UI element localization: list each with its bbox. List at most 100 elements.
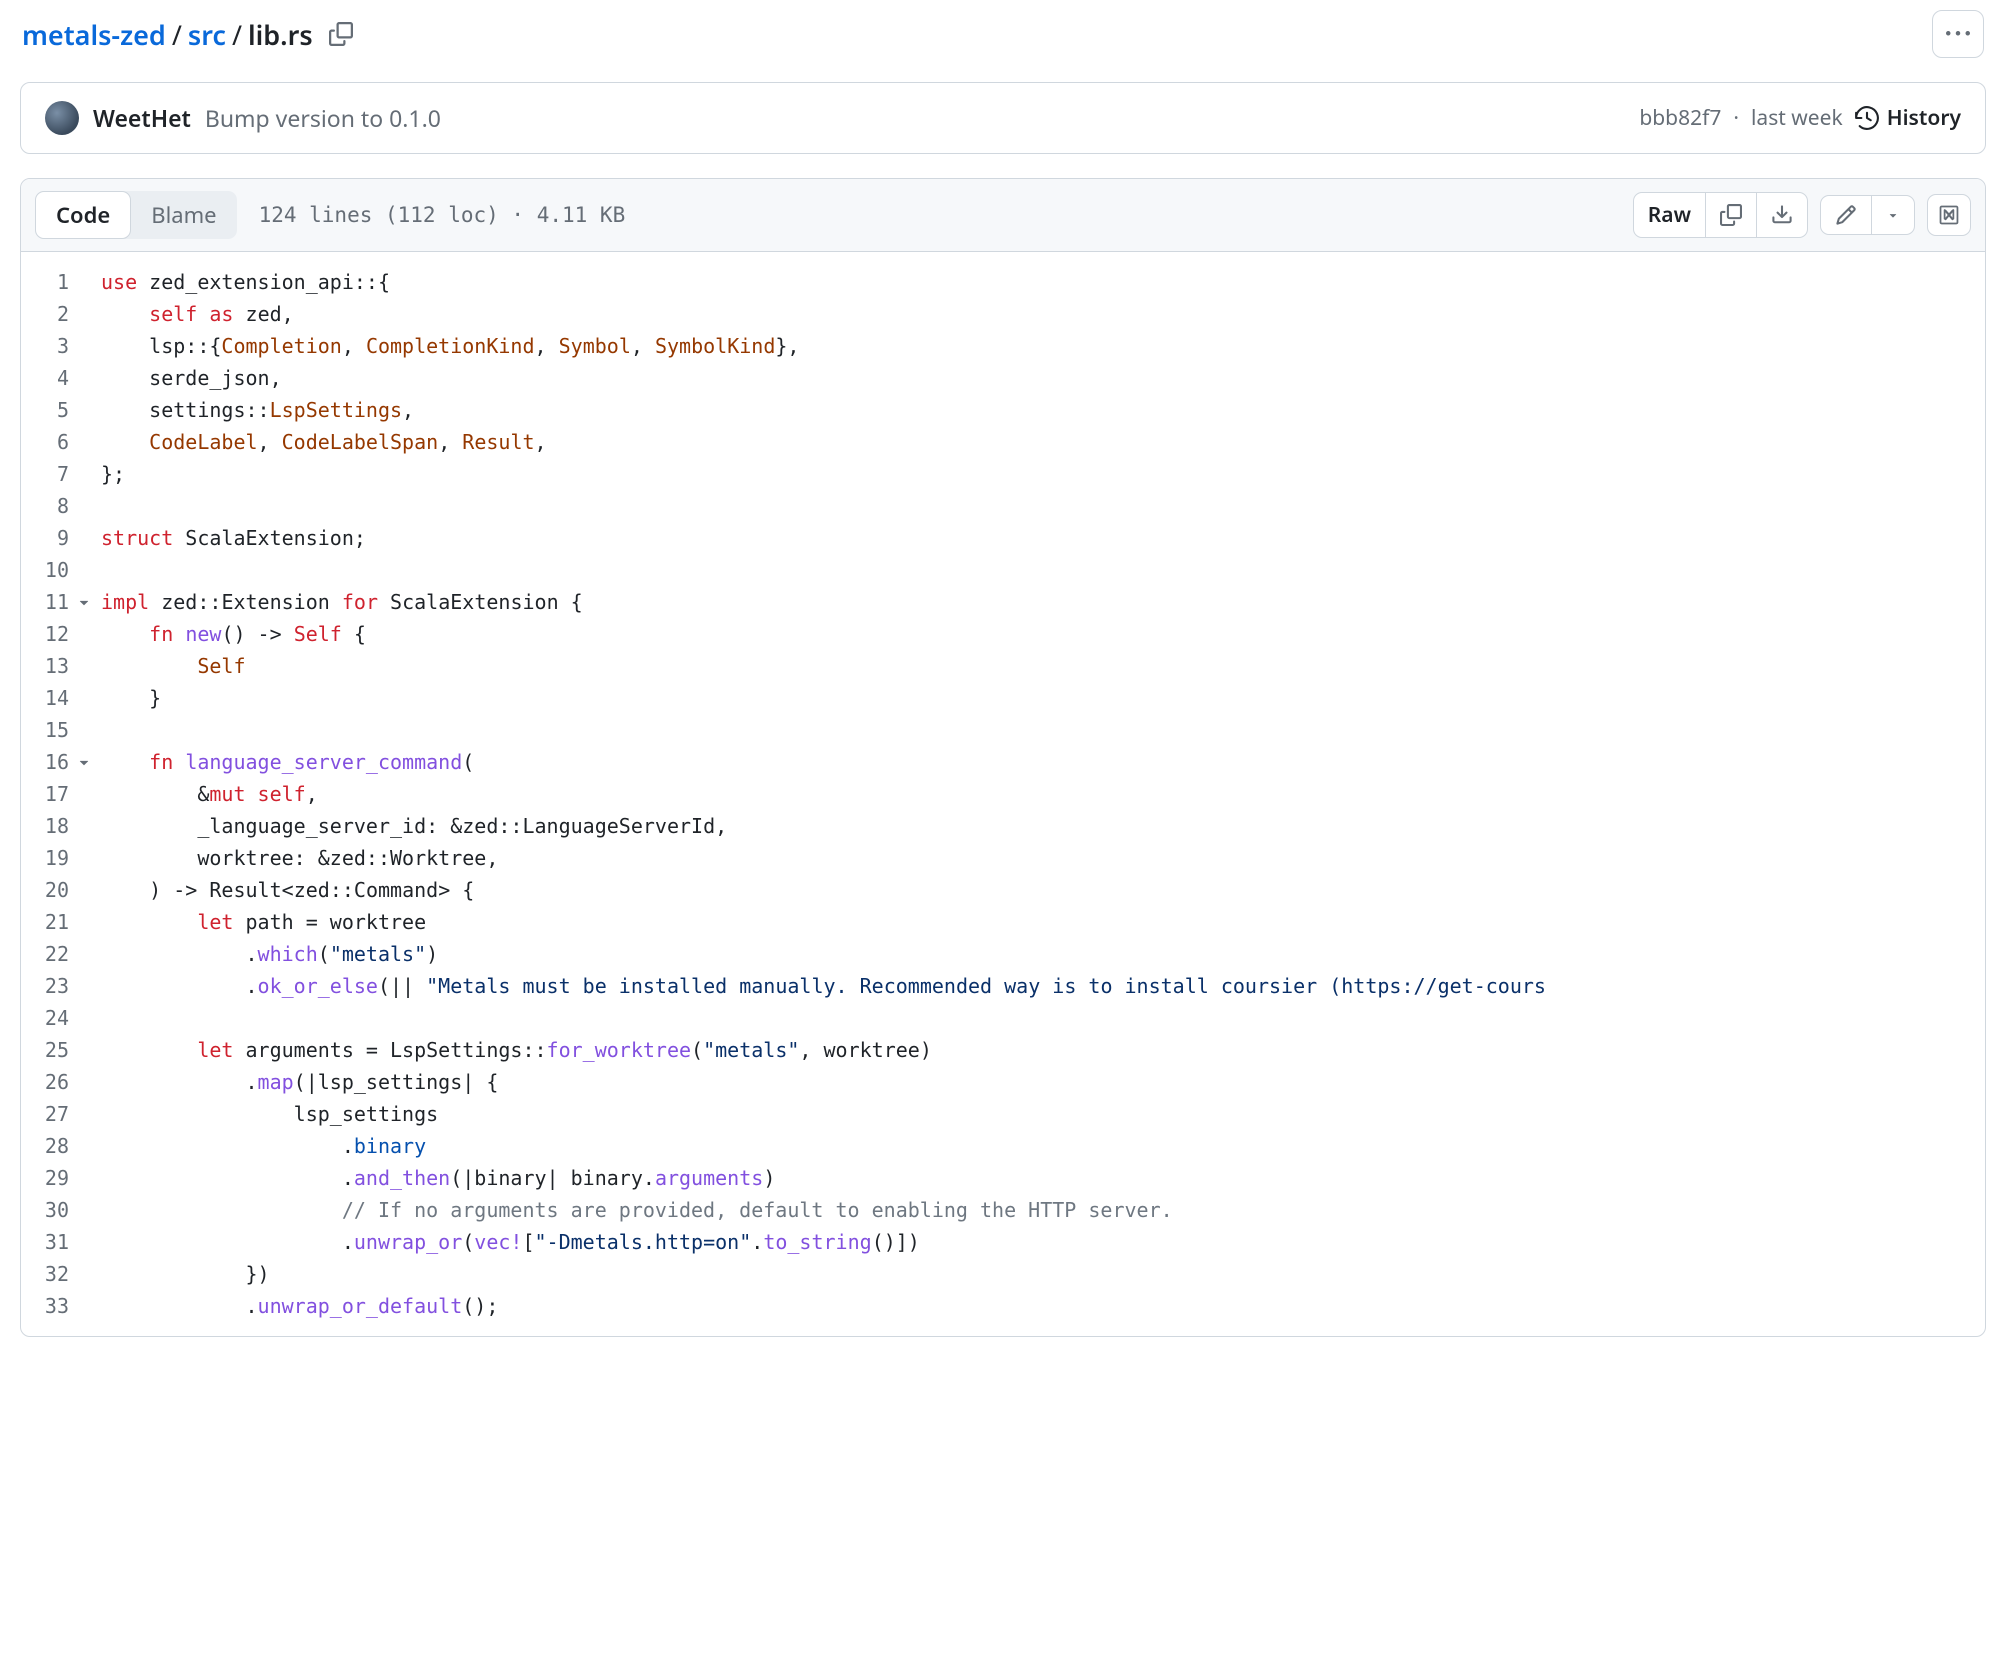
gutter-row[interactable]: 12 — [21, 618, 97, 650]
code-line[interactable]: _language_server_id: &zed::LanguageServe… — [97, 810, 1985, 842]
edit-dropdown-button[interactable] — [1872, 196, 1914, 234]
gutter-row[interactable]: 31 — [21, 1226, 97, 1258]
commit-author[interactable]: WeetHet — [93, 102, 191, 134]
code-line[interactable]: .which("metals") — [97, 938, 1985, 970]
gutter-row[interactable]: 15 — [21, 714, 97, 746]
commit-message[interactable]: Bump version to 0.1.0 — [205, 102, 441, 134]
fold-chevron-icon[interactable] — [75, 746, 93, 778]
gutter-row[interactable]: 7 — [21, 458, 97, 490]
code-line[interactable]: lsp::{Completion, CompletionKind, Symbol… — [97, 330, 1985, 362]
code-line[interactable]: use zed_extension_api::{ — [97, 266, 1985, 298]
line-number: 10 — [21, 558, 69, 582]
breadcrumb: metals-zed / src / lib.rs — [22, 16, 353, 53]
code-line[interactable] — [97, 714, 1985, 746]
code-line[interactable]: self as zed, — [97, 298, 1985, 330]
line-number: 15 — [21, 718, 69, 742]
gutter-row[interactable]: 23 — [21, 970, 97, 1002]
gutter-row[interactable]: 3 — [21, 330, 97, 362]
code-line[interactable]: impl zed::Extension for ScalaExtension { — [97, 586, 1985, 618]
gutter-row[interactable]: 4 — [21, 362, 97, 394]
line-number: 14 — [21, 686, 69, 710]
code-line[interactable]: }) — [97, 1258, 1985, 1290]
code-line[interactable]: worktree: &zed::Worktree, — [97, 842, 1985, 874]
symbols-button[interactable] — [1927, 194, 1971, 236]
gutter-row[interactable]: 17 — [21, 778, 97, 810]
gutter-row[interactable]: 25 — [21, 1034, 97, 1066]
code-body: 1234567891011121314151617181920212223242… — [21, 252, 1985, 1336]
gutter-row[interactable]: 19 — [21, 842, 97, 874]
code-line[interactable]: fn language_server_command( — [97, 746, 1985, 778]
gutter-row[interactable]: 26 — [21, 1066, 97, 1098]
gutter-row[interactable]: 16 — [21, 746, 97, 778]
code-line[interactable]: .and_then(|binary| binary.arguments) — [97, 1162, 1985, 1194]
code-line[interactable]: .binary — [97, 1130, 1985, 1162]
fold-chevron-icon[interactable] — [75, 586, 93, 618]
raw-button[interactable]: Raw — [1634, 193, 1706, 237]
code-line[interactable] — [97, 490, 1985, 522]
gutter-row[interactable]: 10 — [21, 554, 97, 586]
code-line[interactable]: .unwrap_or_default(); — [97, 1290, 1985, 1322]
copy-path-icon[interactable] — [329, 22, 353, 46]
gutter-row[interactable]: 6 — [21, 426, 97, 458]
code-line[interactable]: fn new() -> Self { — [97, 618, 1985, 650]
code-line[interactable]: let arguments = LspSettings::for_worktre… — [97, 1034, 1985, 1066]
gutter-row[interactable]: 9 — [21, 522, 97, 554]
code-line[interactable]: Self — [97, 650, 1985, 682]
code-line[interactable]: // If no arguments are provided, default… — [97, 1194, 1985, 1226]
code-line[interactable]: CodeLabel, CodeLabelSpan, Result, — [97, 426, 1985, 458]
breadcrumb-dir-link[interactable]: src — [188, 16, 226, 53]
gutter-row[interactable]: 30 — [21, 1194, 97, 1226]
line-number: 21 — [21, 910, 69, 934]
code-line[interactable]: } — [97, 682, 1985, 714]
more-options-button[interactable] — [1932, 10, 1984, 58]
avatar[interactable] — [45, 101, 79, 135]
gutter-row[interactable]: 5 — [21, 394, 97, 426]
gutter-row[interactable]: 24 — [21, 1002, 97, 1034]
breadcrumb-row: metals-zed / src / lib.rs — [20, 10, 1986, 58]
gutter-row[interactable]: 11 — [21, 586, 97, 618]
gutter-row[interactable]: 20 — [21, 874, 97, 906]
gutter-row[interactable]: 33 — [21, 1290, 97, 1322]
tab-blame[interactable]: Blame — [131, 192, 236, 238]
download-raw-button[interactable] — [1757, 193, 1807, 237]
gutter-row[interactable]: 18 — [21, 810, 97, 842]
commit-sha[interactable]: bbb82f7 — [1639, 104, 1721, 132]
gutter-row[interactable]: 29 — [21, 1162, 97, 1194]
commit-author-block: WeetHet Bump version to 0.1.0 — [45, 101, 441, 135]
code-line[interactable]: lsp_settings — [97, 1098, 1985, 1130]
line-number: 11 — [21, 590, 69, 614]
code-line[interactable]: &mut self, — [97, 778, 1985, 810]
code-line[interactable] — [97, 1002, 1985, 1034]
code-line[interactable]: }; — [97, 458, 1985, 490]
code-lines[interactable]: use zed_extension_api::{ self as zed, ls… — [97, 252, 1985, 1336]
line-number: 7 — [21, 462, 69, 486]
code-line[interactable]: serde_json, — [97, 362, 1985, 394]
code-line[interactable]: ) -> Result<zed::Command> { — [97, 874, 1985, 906]
edit-dropdown-group — [1820, 195, 1915, 235]
gutter-row[interactable]: 22 — [21, 938, 97, 970]
line-number: 5 — [21, 398, 69, 422]
breadcrumb-repo-link[interactable]: metals-zed — [22, 16, 166, 53]
gutter-row[interactable]: 1 — [21, 266, 97, 298]
copy-raw-button[interactable] — [1706, 193, 1757, 237]
code-line[interactable]: let path = worktree — [97, 906, 1985, 938]
code-line[interactable] — [97, 554, 1985, 586]
gutter-row[interactable]: 13 — [21, 650, 97, 682]
code-line[interactable]: settings::LspSettings, — [97, 394, 1985, 426]
line-number: 2 — [21, 302, 69, 326]
code-line[interactable]: .map(|lsp_settings| { — [97, 1066, 1985, 1098]
edit-button[interactable] — [1821, 196, 1872, 234]
gutter-row[interactable]: 32 — [21, 1258, 97, 1290]
gutter-row[interactable]: 2 — [21, 298, 97, 330]
code-line[interactable]: .ok_or_else(|| "Metals must be installed… — [97, 970, 1985, 1002]
code-line[interactable]: struct ScalaExtension; — [97, 522, 1985, 554]
gutter-row[interactable]: 21 — [21, 906, 97, 938]
tab-code[interactable]: Code — [35, 191, 131, 239]
gutter-row[interactable]: 28 — [21, 1130, 97, 1162]
gutter-row[interactable]: 27 — [21, 1098, 97, 1130]
gutter-row[interactable]: 8 — [21, 490, 97, 522]
code-line[interactable]: .unwrap_or(vec!["-Dmetals.http=on".to_st… — [97, 1226, 1985, 1258]
history-link[interactable]: History — [1855, 104, 1961, 132]
gutter-row[interactable]: 14 — [21, 682, 97, 714]
commit-date[interactable]: last week — [1751, 104, 1843, 132]
